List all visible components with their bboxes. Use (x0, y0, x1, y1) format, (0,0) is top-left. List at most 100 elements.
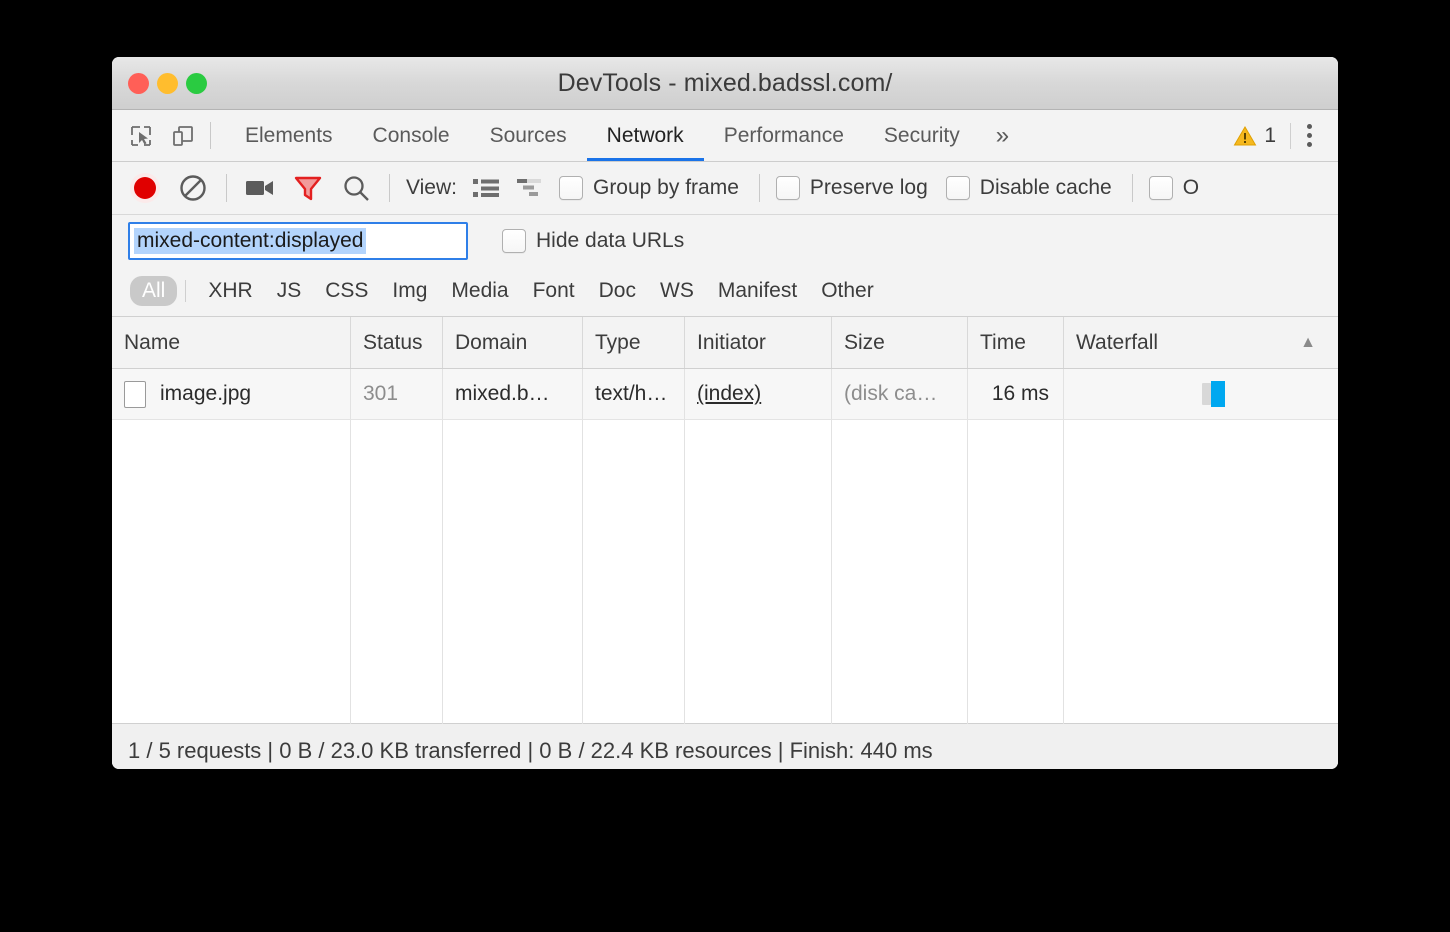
hide-data-urls-checkbox[interactable]: Hide data URLs (502, 228, 685, 253)
column-header-domain[interactable]: Domain (443, 317, 583, 368)
network-toolbar: View: Group by frame Preserve log Disabl… (112, 162, 1338, 215)
column-header-waterfall[interactable]: Waterfall ▲ (1064, 317, 1338, 368)
empty-col-initiator (685, 420, 832, 724)
title-bar: DevTools - mixed.badssl.com/ (112, 57, 1338, 110)
window-controls (128, 72, 207, 94)
waterfall-wait-bar (1202, 383, 1211, 405)
hide-data-urls-label: Hide data URLs (536, 228, 685, 252)
view-label: View: (406, 176, 457, 199)
preserve-log-checkbox[interactable]: Preserve log (775, 176, 928, 200)
type-filter-other[interactable]: Other (809, 276, 886, 306)
clear-icon[interactable] (176, 171, 210, 205)
type-filter-all[interactable]: All (130, 276, 178, 306)
column-header-name[interactable]: Name (112, 317, 351, 368)
column-header-status[interactable]: Status (351, 317, 443, 368)
empty-col-status (351, 420, 443, 724)
type-filter-media[interactable]: Media (439, 276, 520, 306)
cell-name-text: image.jpg (160, 382, 252, 405)
status-bar-text: 1 / 5 requests | 0 B / 23.0 KB transferr… (128, 738, 933, 763)
column-header-time[interactable]: Time (968, 317, 1064, 368)
requests-table: Name Status Domain Type Initiator Size T… (112, 317, 1338, 724)
type-filter-css[interactable]: CSS (313, 276, 380, 306)
cell-type: text/h… (583, 369, 685, 419)
filter-row: mixed-content:displayed Hide data URLs (112, 215, 1338, 266)
column-header-initiator[interactable]: Initiator (685, 317, 832, 368)
group-by-frame-checkbox[interactable]: Group by frame (558, 176, 739, 200)
devtools-window: DevTools - mixed.badssl.com/ Elements Co… (112, 57, 1338, 769)
more-tabs-chevron-icon[interactable]: » (980, 110, 1025, 161)
tabbar-left-icons (112, 110, 210, 161)
filter-input-value: mixed-content:displayed (134, 227, 367, 254)
cell-size: (disk ca… (832, 369, 968, 419)
record-button[interactable] (128, 171, 162, 205)
warning-badge[interactable]: 1 (1219, 124, 1290, 148)
column-header-type[interactable]: Type (583, 317, 685, 368)
search-icon[interactable] (339, 171, 373, 205)
empty-col-domain (443, 420, 583, 724)
type-filter-divider (185, 280, 187, 302)
warning-triangle-icon (1233, 125, 1257, 145)
checkbox-box (502, 228, 526, 253)
type-filter-manifest[interactable]: Manifest (706, 276, 809, 306)
cell-time: 16 ms (968, 369, 1064, 419)
devtools-tab-bar: Elements Console Sources Network Perform… (112, 110, 1338, 162)
waterfall-view-icon[interactable] (515, 173, 545, 203)
toolbar-divider-3 (758, 174, 760, 202)
type-filter-xhr[interactable]: XHR (196, 276, 264, 306)
sort-ascending-icon: ▲ (1300, 333, 1316, 351)
type-filter-ws[interactable]: WS (648, 276, 706, 306)
cell-name[interactable]: image.jpg (112, 369, 351, 419)
filter-input[interactable]: mixed-content:displayed (128, 221, 468, 260)
tab-elements[interactable]: Elements (225, 110, 353, 161)
camera-icon[interactable] (243, 171, 277, 205)
toolbar-divider-1 (226, 174, 227, 202)
device-toolbar-icon[interactable] (170, 123, 196, 149)
waterfall-bar (1211, 381, 1225, 407)
type-filter-img[interactable]: Img (380, 276, 439, 306)
toolbar-divider-4 (1131, 174, 1133, 202)
empty-col-type (583, 420, 685, 724)
cell-initiator[interactable]: (index) (685, 369, 832, 419)
cell-waterfall[interactable] (1064, 369, 1338, 419)
table-empty-area (112, 420, 1338, 724)
tab-list: Elements Console Sources Network Perform… (211, 110, 1025, 161)
tab-security[interactable]: Security (864, 110, 980, 161)
table-row[interactable]: image.jpg 301 mixed.b… text/h… (index) (… (112, 369, 1338, 420)
toolbar-divider-2 (389, 174, 390, 202)
checkbox-box (945, 176, 970, 200)
list-view-icon[interactable] (471, 173, 501, 203)
tab-network[interactable]: Network (586, 110, 704, 161)
column-header-size[interactable]: Size (832, 317, 968, 368)
checkbox-box (775, 176, 800, 200)
screen: DevTools - mixed.badssl.com/ Elements Co… (0, 0, 1450, 932)
empty-col-time (968, 420, 1064, 724)
initiator-link[interactable]: (index) (697, 382, 761, 406)
group-by-frame-label: Group by frame (592, 176, 739, 199)
filter-funnel-icon[interactable] (291, 171, 325, 205)
offline-label: O (1182, 176, 1200, 199)
column-header-waterfall-label: Waterfall (1076, 330, 1159, 354)
type-filter-doc[interactable]: Doc (587, 276, 648, 306)
more-options-icon[interactable] (1291, 124, 1330, 147)
minimize-button[interactable] (157, 72, 178, 94)
preserve-log-label: Preserve log (809, 176, 928, 199)
type-filter-font[interactable]: Font (521, 276, 587, 306)
offline-checkbox[interactable]: O (1148, 176, 1200, 200)
tab-performance[interactable]: Performance (704, 110, 864, 161)
tab-sources[interactable]: Sources (470, 110, 587, 161)
empty-col-waterfall (1064, 420, 1338, 724)
type-filter-row: All XHR JS CSS Img Media Font Doc WS Man… (112, 266, 1338, 317)
disable-cache-label: Disable cache (979, 176, 1112, 199)
disable-cache-checkbox[interactable]: Disable cache (945, 176, 1112, 200)
tabbar-right: 1 (1219, 110, 1338, 161)
empty-col-name (112, 420, 351, 724)
tab-console[interactable]: Console (353, 110, 470, 161)
type-filter-js[interactable]: JS (265, 276, 314, 306)
zoom-button[interactable] (186, 72, 207, 94)
checkbox-box (1148, 176, 1173, 200)
warning-count: 1 (1264, 123, 1276, 147)
inspect-element-icon[interactable] (128, 123, 154, 149)
checkbox-box (558, 176, 583, 200)
empty-col-size (832, 420, 968, 724)
close-button[interactable] (128, 72, 149, 94)
